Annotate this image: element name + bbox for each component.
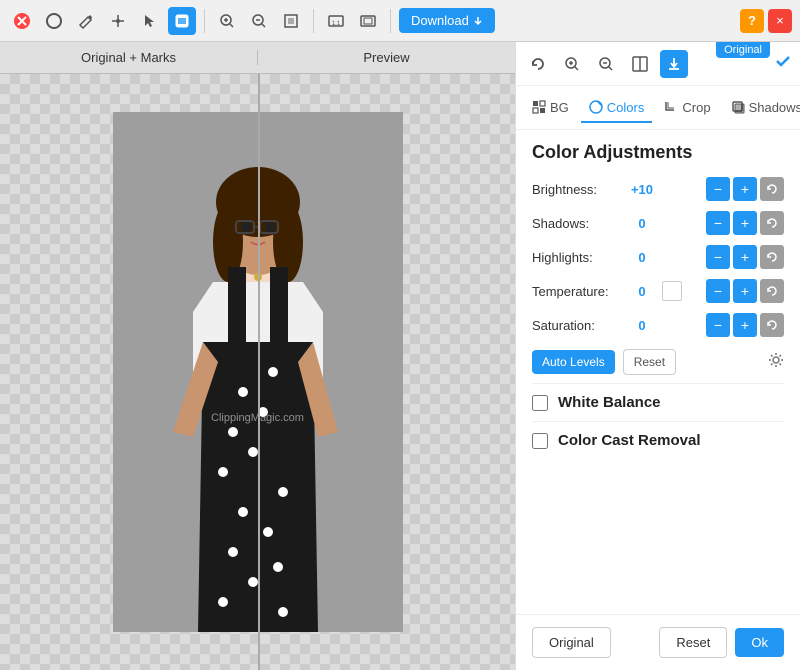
canvas-panel: Original + Marks Preview [0, 42, 515, 670]
settings-gear-button[interactable] [768, 352, 784, 373]
tab-colors-label: Colors [607, 100, 645, 115]
color-cast-section: Color Cast Removal [532, 421, 784, 459]
tab-crop-label: Crop [682, 100, 710, 115]
highlights-value: 0 [628, 250, 656, 265]
separator-2 [313, 9, 314, 33]
temperature-row: Temperature: 0 − + [532, 279, 784, 303]
separator-1 [204, 9, 205, 33]
brightness-reset-button[interactable] [760, 177, 784, 201]
shadows-row: Shadows: 0 − + [532, 211, 784, 235]
help-button[interactable]: ? [740, 9, 764, 33]
ok-button[interactable]: Ok [735, 628, 784, 657]
panel-footer: Original Reset Ok [516, 614, 800, 670]
brightness-row: Brightness: +10 − + [532, 177, 784, 201]
close-button[interactable]: × [768, 9, 792, 33]
separator-3 [390, 9, 391, 33]
saturation-row: Saturation: 0 − + [532, 313, 784, 337]
white-balance-label: White Balance [558, 394, 661, 411]
temperature-reset-button[interactable] [760, 279, 784, 303]
canvas-label-left: Original + Marks [0, 50, 257, 65]
svg-text:1:1: 1:1 [332, 21, 341, 27]
canvas-label-right: Preview [257, 50, 515, 65]
shadows-plus-button[interactable]: + [733, 211, 757, 235]
image-size-icon[interactable]: 1:1 [322, 7, 350, 35]
canvas-divider [258, 74, 260, 670]
download-label: Download [411, 13, 469, 28]
highlights-minus-button[interactable]: − [706, 245, 730, 269]
brightness-label: Brightness: [532, 182, 622, 197]
brightness-plus-button[interactable]: + [733, 177, 757, 201]
panel-download-icon[interactable] [660, 50, 688, 78]
auto-levels-button[interactable]: Auto Levels [532, 350, 615, 374]
saturation-reset-button[interactable] [760, 313, 784, 337]
zoom-out-icon[interactable] [245, 7, 273, 35]
brush-icon[interactable] [168, 7, 196, 35]
confirm-icon[interactable] [774, 52, 792, 75]
tab-shadows[interactable]: Shadows [723, 94, 800, 123]
pencil-icon[interactable] [72, 7, 100, 35]
color-cast-label: Color Cast Removal [558, 432, 701, 449]
resize-icon[interactable] [354, 7, 382, 35]
highlights-row: Highlights: 0 − + [532, 245, 784, 269]
download-button[interactable]: Download [399, 8, 495, 33]
tab-shadows-label: Shadows [749, 100, 800, 115]
original-button[interactable]: Original [532, 627, 611, 658]
brightness-value: +10 [628, 182, 656, 197]
saturation-value: 0 [628, 318, 656, 333]
shadows-minus-button[interactable]: − [706, 211, 730, 235]
tab-colors[interactable]: Colors [581, 94, 653, 123]
saturation-plus-button[interactable]: + [733, 313, 757, 337]
brightness-minus-button[interactable]: − [706, 177, 730, 201]
saturation-label: Saturation: [532, 318, 622, 333]
zoom-in-icon[interactable] [213, 7, 241, 35]
cursor-icon[interactable] [136, 7, 164, 35]
temperature-plus-button[interactable]: + [733, 279, 757, 303]
footer-reset-button[interactable]: Reset [659, 627, 727, 658]
close-circle-icon[interactable] [8, 7, 36, 35]
panel-zoom-out-icon[interactable] [592, 50, 620, 78]
highlights-plus-button[interactable]: + [733, 245, 757, 269]
temperature-color-box[interactable] [662, 281, 682, 301]
temperature-label: Temperature: [532, 284, 622, 299]
tab-crop[interactable]: Crop [656, 94, 718, 123]
panel-tabs: BG Colors Crop Shadows [516, 86, 800, 130]
shadows-value: 0 [628, 216, 656, 231]
temperature-value: 0 [628, 284, 656, 299]
highlights-reset-button[interactable] [760, 245, 784, 269]
circle-icon[interactable] [40, 7, 68, 35]
saturation-minus-button[interactable]: − [706, 313, 730, 337]
color-cast-checkbox[interactable] [532, 433, 548, 449]
panel-split-icon[interactable] [626, 50, 654, 78]
fit-view-icon[interactable] [277, 7, 305, 35]
magic-wand-icon[interactable] [104, 7, 132, 35]
shadows-reset-button[interactable] [760, 211, 784, 235]
reset-button[interactable]: Reset [623, 349, 676, 375]
white-balance-checkbox[interactable] [532, 395, 548, 411]
shadows-label: Shadows: [532, 216, 622, 231]
temperature-minus-button[interactable]: − [706, 279, 730, 303]
original-badge: Original [716, 42, 770, 58]
undo-icon[interactable] [524, 50, 552, 78]
highlights-label: Highlights: [532, 250, 622, 265]
action-row: Auto Levels Reset [532, 349, 784, 375]
color-adjustments-title: Color Adjustments [532, 142, 784, 163]
right-panel: Original BG [515, 42, 800, 670]
tab-bg[interactable]: BG [524, 94, 577, 123]
white-balance-section: White Balance [532, 383, 784, 421]
main-area: Original + Marks Preview [0, 42, 800, 670]
main-toolbar: 1:1 Download ? × [0, 0, 800, 42]
panel-zoom-in-icon[interactable] [558, 50, 586, 78]
panel-body: Color Adjustments Brightness: +10 − + Sh… [516, 130, 800, 614]
canvas-label-bar: Original + Marks Preview [0, 42, 515, 74]
tab-bg-label: BG [550, 100, 569, 115]
